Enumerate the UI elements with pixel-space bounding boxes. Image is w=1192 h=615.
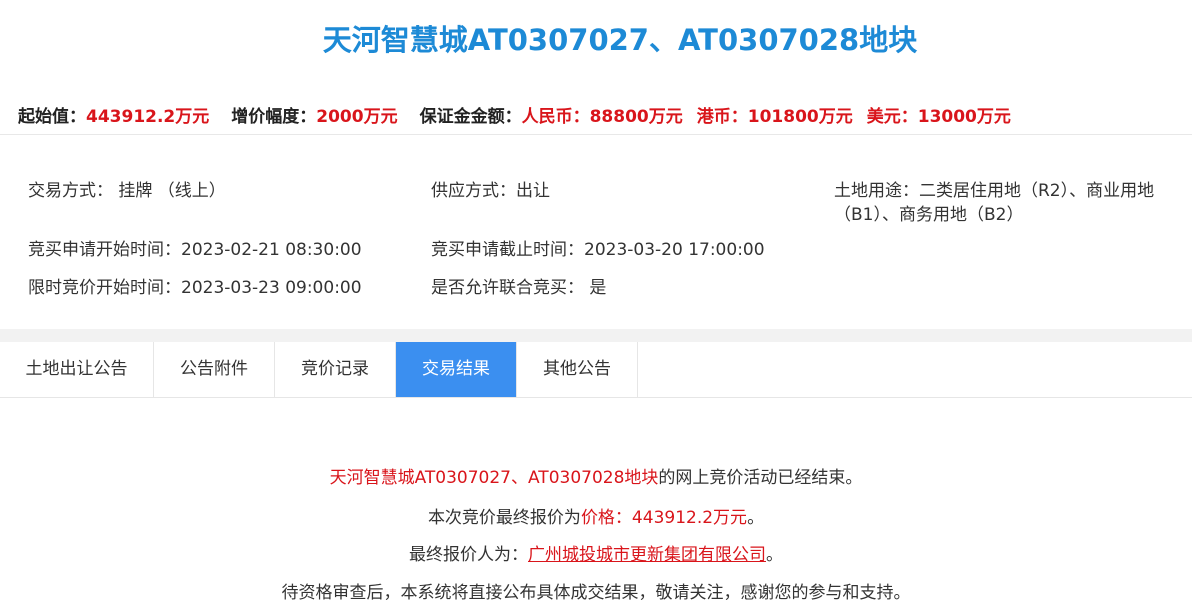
increment-value: 2000万元 — [316, 107, 398, 127]
usd-label: 美元： — [866, 107, 918, 127]
section-divider — [0, 329, 1192, 342]
result-line-3-suffix: 。 — [766, 545, 783, 565]
result-line-2: 本次竞价最终报价为价格：443912.2万元。 — [0, 505, 1192, 531]
usd-value: 13000万元 — [917, 107, 1011, 127]
result-line-1: 天河智慧城AT0307027、AT0307028地块的网上竞价活动已经结束。 — [0, 465, 1192, 491]
page-title: 天河智慧城AT0307027、AT0307028地块 — [322, 23, 918, 57]
tab-bar: 土地出让公告 公告附件 竞价记录 交易结果 其他公告 — [0, 342, 1192, 398]
land-use: 土地用途：二类居住用地（R2）、商业用地（B1）、商务用地（B2） — [834, 181, 1155, 225]
deposit-label: 保证金金额： — [419, 107, 522, 127]
tab-land-notice[interactable]: 土地出让公告 — [0, 342, 154, 397]
rmb-label: 人民币： — [521, 107, 590, 127]
price-summary-bar: 起始值：443912.2万元 增价幅度：2000万元 保证金金额：人民币：88800… — [18, 104, 1011, 130]
start-price-label: 起始值： — [18, 107, 86, 127]
tab-bid-records[interactable]: 竞价记录 — [275, 342, 396, 397]
trade-method: 交易方式： 挂牌 （线上） — [28, 181, 226, 201]
divider — [0, 134, 1192, 135]
result-line-3-prefix: 最终报价人为： — [409, 545, 528, 565]
tab-other-notices[interactable]: 其他公告 — [517, 342, 638, 397]
apply-end-time: 竞买申请截止时间：2023-03-20 17:00:00 — [431, 240, 765, 260]
result-line-4: 待资格审查后，本系统将直接公布具体成交结果，敬请关注，感谢您的参与和支持。 — [281, 583, 911, 603]
apply-start-time: 竞买申请开始时间：2023-02-21 08:30:00 — [28, 240, 362, 260]
start-price-value: 443912.2万元 — [86, 107, 210, 127]
result-parcel-name: 天河智慧城AT0307027、AT0307028地块 — [329, 468, 659, 488]
bid-start-time: 限时竞价开始时间：2023-03-23 09:00:00 — [28, 278, 362, 298]
result-line-2-prefix: 本次竞价最终报价为 — [427, 508, 581, 528]
joint-bid-allowed: 是否允许联合竞买： 是 — [431, 278, 607, 298]
final-price: 价格：443912.2万元 — [580, 508, 748, 528]
tab-attachments[interactable]: 公告附件 — [154, 342, 275, 397]
hkd-label: 港币： — [696, 107, 748, 127]
increment-label: 增价幅度： — [231, 107, 317, 127]
winning-bidder: 广州城投城市更新集团有限公司 — [528, 545, 766, 565]
result-line-1-text: 的网上竞价活动已经结束。 — [658, 468, 863, 488]
result-line-3: 最终报价人为：广州城投城市更新集团有限公司。 — [0, 542, 1192, 568]
hkd-value: 101800万元 — [747, 107, 853, 127]
result-line-2-suffix: 。 — [747, 508, 765, 528]
rmb-value: 88800万元 — [589, 107, 683, 127]
tab-trade-result[interactable]: 交易结果 — [396, 342, 517, 397]
supply-method: 供应方式：出让 — [431, 181, 550, 201]
